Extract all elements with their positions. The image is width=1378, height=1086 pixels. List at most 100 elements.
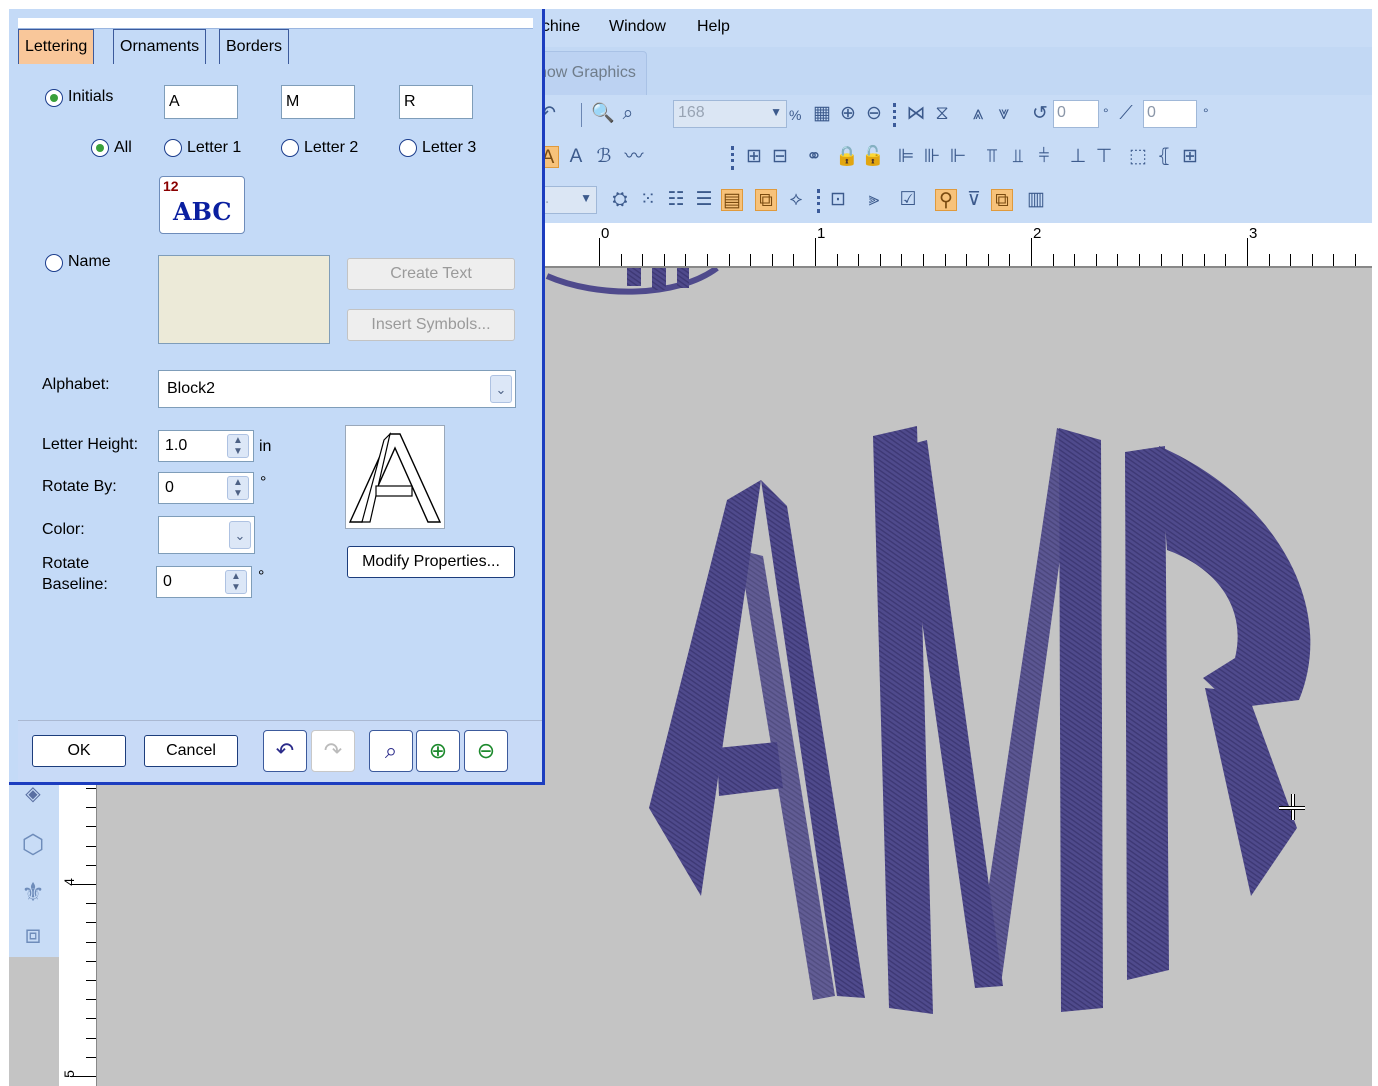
- monogram-letters: ABC: [173, 197, 232, 226]
- menu-window[interactable]: Window: [609, 18, 666, 36]
- tab-show-graphics[interactable]: how Graphics: [531, 51, 647, 95]
- group-icon[interactable]: ⊞: [743, 146, 765, 168]
- ok-button[interactable]: OK: [32, 735, 126, 767]
- density-icon[interactable]: ☰: [693, 189, 715, 211]
- center-icon[interactable]: ⊞: [1179, 146, 1201, 168]
- ruler-tick: [793, 254, 795, 266]
- slant-icon[interactable]: ⟋: [1115, 103, 1137, 125]
- distribute-alt-icon[interactable]: ⊤: [1093, 146, 1115, 168]
- zoom-unit: %: [789, 107, 802, 123]
- spin-arrows-icon[interactable]: ▲ ▼: [225, 570, 247, 594]
- chevron-down-icon[interactable]: ⌄: [490, 375, 512, 403]
- rotate-input[interactable]: 0: [1053, 100, 1099, 128]
- zoom-out-icon[interactable]: ⊖: [863, 103, 885, 125]
- rotate-icon[interactable]: ↺: [1029, 103, 1051, 125]
- name-radio[interactable]: [45, 254, 63, 272]
- spin-arrows-icon[interactable]: ▲ ▼: [227, 476, 249, 500]
- color-label: Color:: [42, 521, 85, 538]
- align-left-icon[interactable]: ⊫: [895, 146, 917, 168]
- cancel-button[interactable]: Cancel: [144, 735, 238, 767]
- flip-icon[interactable]: ⩓: [967, 103, 989, 125]
- rotate-by-spinner[interactable]: 0 ▲ ▼: [158, 472, 254, 504]
- menu-help[interactable]: Help: [697, 18, 730, 36]
- letter-height-spinner[interactable]: 1.0 ▲ ▼: [158, 430, 254, 462]
- zoom-in-icon[interactable]: ⊕: [416, 730, 460, 772]
- initial-3-input[interactable]: R: [399, 85, 473, 119]
- list-icon[interactable]: ☷: [665, 189, 687, 211]
- mirror-vertical-icon[interactable]: ⧖: [931, 103, 953, 125]
- initial-1-input[interactable]: A: [164, 85, 238, 119]
- monogram-icon[interactable]: A: [565, 146, 587, 168]
- undo-icon[interactable]: ↶: [263, 730, 307, 772]
- hoop-icon[interactable]: ⛭: [609, 189, 631, 211]
- initials-radio[interactable]: [45, 89, 63, 107]
- letter-3-radio[interactable]: [399, 139, 417, 157]
- zoom-box-icon[interactable]: ⌕: [617, 103, 639, 125]
- toolbar-grip[interactable]: [817, 189, 820, 213]
- letter-1-radio[interactable]: [164, 139, 182, 157]
- check-icon[interactable]: ☑: [897, 189, 919, 211]
- zoom-icon[interactable]: 🔍: [591, 103, 615, 125]
- hexagon-icon[interactable]: ⬡: [15, 826, 51, 862]
- toolbar-grip[interactable]: [731, 146, 734, 170]
- zoom-fit-icon[interactable]: ⌕: [369, 730, 413, 772]
- stitch-out-icon[interactable]: ⫸: [863, 189, 885, 211]
- tab-borders[interactable]: Borders: [219, 29, 290, 64]
- ruler-tick: [86, 922, 96, 924]
- bracket-icon[interactable]: ⦃: [1153, 146, 1175, 168]
- lock-icon[interactable]: 🔒: [835, 146, 859, 168]
- letter-2-radio[interactable]: [281, 139, 299, 157]
- align-center-icon[interactable]: ⊪: [921, 146, 943, 168]
- tab-lettering[interactable]: Lettering: [18, 29, 95, 64]
- distribute-icon[interactable]: ⊥: [1067, 146, 1089, 168]
- grid-icon[interactable]: ▦: [811, 103, 833, 125]
- align-middle-icon[interactable]: ⫫: [1007, 146, 1029, 168]
- toolbar-grip[interactable]: [893, 103, 896, 127]
- slant-input[interactable]: 0: [1143, 100, 1197, 128]
- monogram-style-button[interactable]: 12 ABC: [159, 176, 245, 234]
- ungroup-icon[interactable]: ⊟: [769, 146, 791, 168]
- rotate-baseline-spinner[interactable]: 0 ▲ ▼: [156, 566, 252, 598]
- zoom-dropdown[interactable]: 168 ▼: [673, 100, 787, 128]
- resize-icon[interactable]: ⬚: [1127, 146, 1149, 168]
- needle-icon[interactable]: ⚲: [935, 189, 957, 211]
- redo-icon[interactable]: ↷: [311, 730, 355, 772]
- align-top-icon[interactable]: ⫪: [981, 146, 1003, 168]
- dot-grid-icon[interactable]: ⁙: [637, 189, 659, 211]
- select-icon[interactable]: ⧉: [991, 189, 1013, 211]
- node-edit-icon[interactable]: ⧉: [755, 189, 777, 211]
- tab-ornaments[interactable]: Ornaments: [113, 29, 207, 64]
- align-right-icon[interactable]: ⊩: [947, 146, 969, 168]
- ornament-arrange-icon[interactable]: ⚜: [15, 874, 51, 910]
- wave-icon[interactable]: 〰: [623, 146, 645, 168]
- chevron-down-icon[interactable]: ⌄: [229, 521, 251, 549]
- zoom-out-icon[interactable]: ⊖: [464, 730, 508, 772]
- break-apart-icon[interactable]: ⚭: [803, 146, 825, 168]
- color-select[interactable]: ⌄: [158, 516, 255, 554]
- alphabet-select[interactable]: Block2 ⌄: [158, 370, 516, 408]
- name-textarea[interactable]: [158, 255, 330, 344]
- name-label: Name: [68, 253, 111, 270]
- text-path-icon[interactable]: ℬ: [593, 146, 615, 168]
- create-text-button[interactable]: Create Text: [347, 258, 515, 290]
- align-bottom-icon[interactable]: ⫩: [1033, 146, 1055, 168]
- mirror-horizontal-icon[interactable]: ⋈: [905, 103, 927, 125]
- properties-icon[interactable]: ▤: [721, 189, 743, 211]
- unlock-icon[interactable]: 🔓: [861, 146, 885, 168]
- insert-symbols-button[interactable]: Insert Symbols...: [347, 309, 515, 341]
- flip-alt-icon[interactable]: ⩔: [993, 103, 1015, 125]
- design-icon[interactable]: ⊡: [827, 189, 849, 211]
- ruler-tick: [599, 238, 600, 266]
- ruler-tick: [1247, 238, 1248, 266]
- color-sequence-icon[interactable]: ▥: [1025, 189, 1047, 211]
- spin-arrows-icon[interactable]: ▲ ▼: [227, 434, 249, 458]
- reshape-icon[interactable]: ⟡: [785, 189, 807, 211]
- initial-2-input[interactable]: M: [281, 85, 355, 119]
- ruler-tick: [1355, 254, 1356, 266]
- zoom-in-icon[interactable]: ⊕: [837, 103, 859, 125]
- all-radio[interactable]: [91, 139, 109, 157]
- modify-properties-button[interactable]: Modify Properties...: [347, 546, 515, 578]
- letter-height-unit: in: [259, 438, 272, 455]
- split-icon[interactable]: ⧈: [15, 916, 51, 952]
- filter-icon[interactable]: ⊽: [963, 189, 985, 211]
